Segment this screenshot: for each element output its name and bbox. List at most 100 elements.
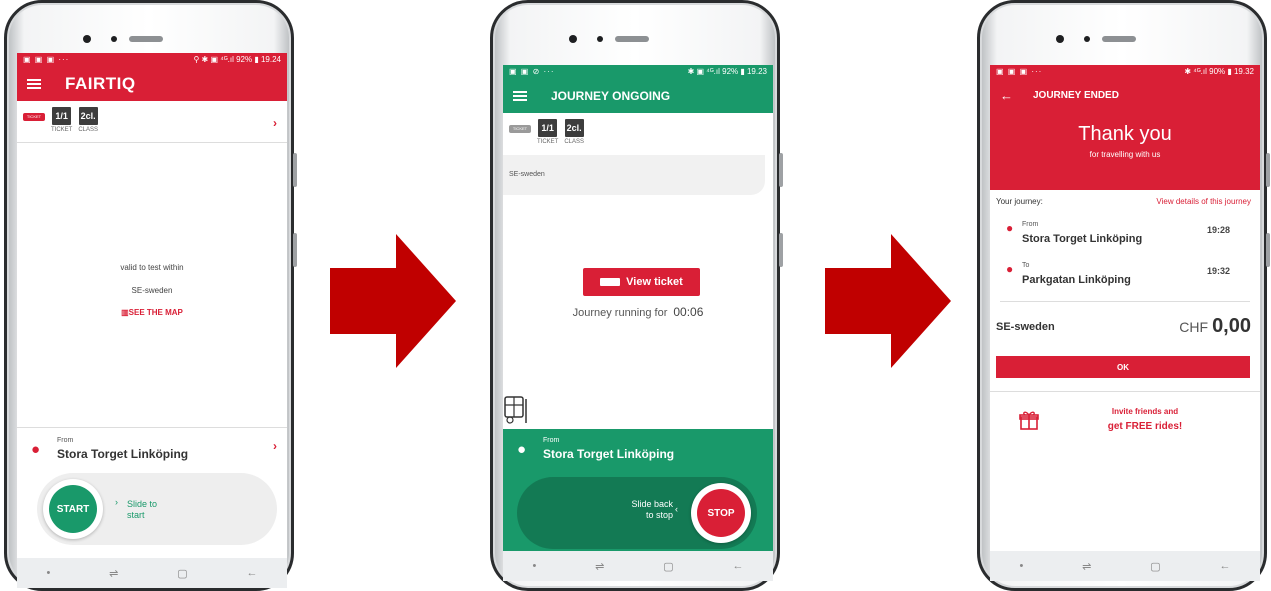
recents-icon[interactable]: ⇌ bbox=[595, 560, 604, 573]
android-nav-bar: • ⇌ ▢ ← bbox=[503, 551, 773, 581]
status-left-icons: ▣ ▣ ⊘ ··· bbox=[509, 67, 555, 76]
side-button bbox=[293, 153, 297, 187]
location-pin-icon: ● bbox=[517, 441, 527, 458]
status-left-icons: ▣ ▣ ▣ ··· bbox=[23, 55, 70, 64]
see-map-link[interactable]: ▥SEE THE MAP bbox=[17, 308, 287, 317]
side-button bbox=[779, 153, 783, 187]
app-logo: FAIRTIQ bbox=[65, 73, 136, 93]
front-camera bbox=[1056, 35, 1064, 43]
slide-to-start-text: Slide to start bbox=[127, 499, 158, 520]
nav-dot-icon[interactable]: • bbox=[46, 567, 50, 579]
arrow-right-icon bbox=[825, 234, 951, 368]
app-bar: FAIRTIQ bbox=[17, 66, 287, 101]
slide-back-text: Slide back to stop bbox=[631, 499, 673, 520]
view-details-link[interactable]: View details of this journey bbox=[1156, 197, 1251, 206]
ticket-icon bbox=[600, 278, 621, 286]
view-ticket-button[interactable]: View ticket bbox=[583, 268, 700, 296]
back-icon[interactable]: ← bbox=[247, 567, 258, 579]
home-icon[interactable]: ▢ bbox=[177, 567, 187, 580]
status-bar: ▣ ▣ ▣ ··· ⚲ ✱ ▣ ⁴ᴳ.ıl 92% ▮ 19.24 bbox=[17, 53, 287, 66]
amount-value: 0,00 bbox=[1212, 315, 1251, 337]
earpiece-speaker bbox=[129, 36, 163, 42]
from-place: Stora Torget Linköping bbox=[57, 447, 189, 461]
ticket-row[interactable]: TICKET 1/1 TICKET 2cl. CLASS bbox=[503, 113, 773, 155]
stop-knob[interactable]: STOP bbox=[691, 483, 751, 543]
recents-icon[interactable]: ⇌ bbox=[1082, 560, 1091, 573]
phone-frame-3: ▣ ▣ ▣ ··· ✱ ⁴ᴳ.ıl 90% ▮ 19.32 ← JOURNEY … bbox=[977, 0, 1270, 591]
side-button bbox=[1266, 233, 1270, 267]
to-time: 19:32 bbox=[1206, 266, 1230, 276]
thank-you-subtitle: for travelling with us bbox=[1089, 150, 1161, 159]
earpiece-speaker bbox=[615, 36, 649, 42]
menu-icon[interactable] bbox=[27, 78, 41, 89]
ticket-icon: TICKET bbox=[509, 125, 531, 133]
from-location[interactable]: ● From Stora Torget Linköping › bbox=[17, 429, 287, 474]
nav-dot-icon[interactable]: • bbox=[1019, 560, 1023, 572]
start-slider[interactable]: START › Slide to start bbox=[37, 473, 277, 545]
chevron-right-icon: › bbox=[115, 497, 118, 507]
from-place: Stora Torget Linköping bbox=[543, 447, 675, 461]
home-icon[interactable]: ▢ bbox=[1150, 560, 1160, 573]
location-pin-icon: ● bbox=[1006, 262, 1014, 276]
running-timer: 00:06 bbox=[673, 305, 704, 319]
journey-header: Your journey: View details of this journ… bbox=[996, 197, 1251, 206]
screen-title: JOURNEY ENDED bbox=[1033, 90, 1119, 101]
fare-amount: CHF 0,00 bbox=[1179, 315, 1251, 338]
status-bar: ▣ ▣ ⊘ ··· ✱ ▣ ⁴ᴳ.ıl 92% ▮ 19.23 bbox=[503, 65, 773, 78]
stop-button[interactable]: STOP bbox=[697, 489, 745, 537]
region-chip: SE-sweden bbox=[503, 155, 765, 195]
chevron-right-icon[interactable]: › bbox=[273, 439, 277, 453]
status-right-info: ✱ ⁴ᴳ.ıl 90% ▮ 19.32 bbox=[1184, 67, 1254, 76]
your-journey-label: Your journey: bbox=[996, 197, 1043, 206]
journey-running: Journey running for 00:06 bbox=[503, 305, 773, 319]
from-place: Stora Torget Linköping bbox=[1022, 233, 1143, 245]
stop-slider[interactable]: Slide back to stop ‹ STOP bbox=[517, 477, 757, 549]
class-label: CLASS bbox=[78, 127, 99, 133]
flow-illustration: ▣ ▣ ▣ ··· ⚲ ✱ ▣ ⁴ᴳ.ıl 92% ▮ 19.24 FAIRTI… bbox=[0, 0, 1271, 591]
screen-ended: ▣ ▣ ▣ ··· ✱ ⁴ᴳ.ıl 90% ▮ 19.32 ← JOURNEY … bbox=[990, 65, 1260, 581]
sensor bbox=[597, 36, 603, 42]
region-text: SE-sweden bbox=[996, 321, 1055, 333]
from-label: From bbox=[543, 437, 560, 444]
back-icon[interactable]: ← bbox=[1220, 560, 1231, 572]
chevron-right-icon[interactable]: › bbox=[273, 116, 277, 130]
app-bar: JOURNEY ONGOING bbox=[503, 78, 773, 113]
front-camera bbox=[569, 35, 577, 43]
ok-button[interactable]: OK bbox=[996, 356, 1250, 378]
currency-label: CHF bbox=[1179, 319, 1209, 335]
back-arrow-icon[interactable]: ← bbox=[1000, 88, 1013, 103]
region-text: SE-sweden bbox=[131, 286, 173, 295]
home-icon[interactable]: ▢ bbox=[663, 560, 673, 573]
side-button bbox=[293, 233, 297, 267]
android-nav-bar: • ⇌ ▢ ← bbox=[990, 551, 1260, 581]
ticket-icon: TICKET bbox=[23, 113, 45, 121]
to-place: Parkgatan Linköping bbox=[1022, 274, 1131, 286]
from-label: From bbox=[57, 437, 74, 444]
android-nav-bar: • ⇌ ▢ ← bbox=[17, 558, 287, 588]
nav-dot-icon[interactable]: • bbox=[532, 560, 536, 572]
validity-area: valid to test within SE-sweden ▥SEE THE … bbox=[17, 143, 287, 428]
sensor bbox=[1084, 36, 1090, 42]
ticket-quantity-badge: 1/1 bbox=[52, 107, 72, 125]
from-time: 19:28 bbox=[1206, 225, 1230, 235]
ticket-row[interactable]: TICKET 1/1 TICKET 2cl. CLASS › bbox=[17, 101, 287, 143]
recents-icon[interactable]: ⇌ bbox=[109, 567, 118, 580]
app-bar: ← JOURNEY ENDED bbox=[990, 78, 1260, 113]
from-label: From bbox=[1022, 221, 1039, 228]
ticket-quantity-badge: 1/1 bbox=[538, 119, 558, 137]
thank-you-banner: Thank you for travelling with us bbox=[990, 113, 1260, 190]
invite-line-2: get FREE rides! bbox=[1107, 421, 1183, 432]
ticket-quantity-label: TICKET bbox=[51, 127, 73, 133]
gift-icon bbox=[1019, 411, 1039, 430]
start-button[interactable]: START bbox=[49, 485, 97, 533]
start-knob[interactable]: START bbox=[43, 479, 103, 539]
location-pin-icon: ● bbox=[31, 441, 41, 458]
divider bbox=[1000, 301, 1250, 302]
bus-stop-icon bbox=[504, 396, 527, 424]
status-bar: ▣ ▣ ▣ ··· ✱ ⁴ᴳ.ıl 90% ▮ 19.32 bbox=[990, 65, 1260, 78]
view-ticket-label: View ticket bbox=[626, 276, 683, 288]
arrow-right-icon bbox=[330, 234, 456, 368]
earpiece-speaker bbox=[1102, 36, 1136, 42]
menu-icon[interactable] bbox=[513, 90, 527, 101]
back-icon[interactable]: ← bbox=[733, 560, 744, 572]
